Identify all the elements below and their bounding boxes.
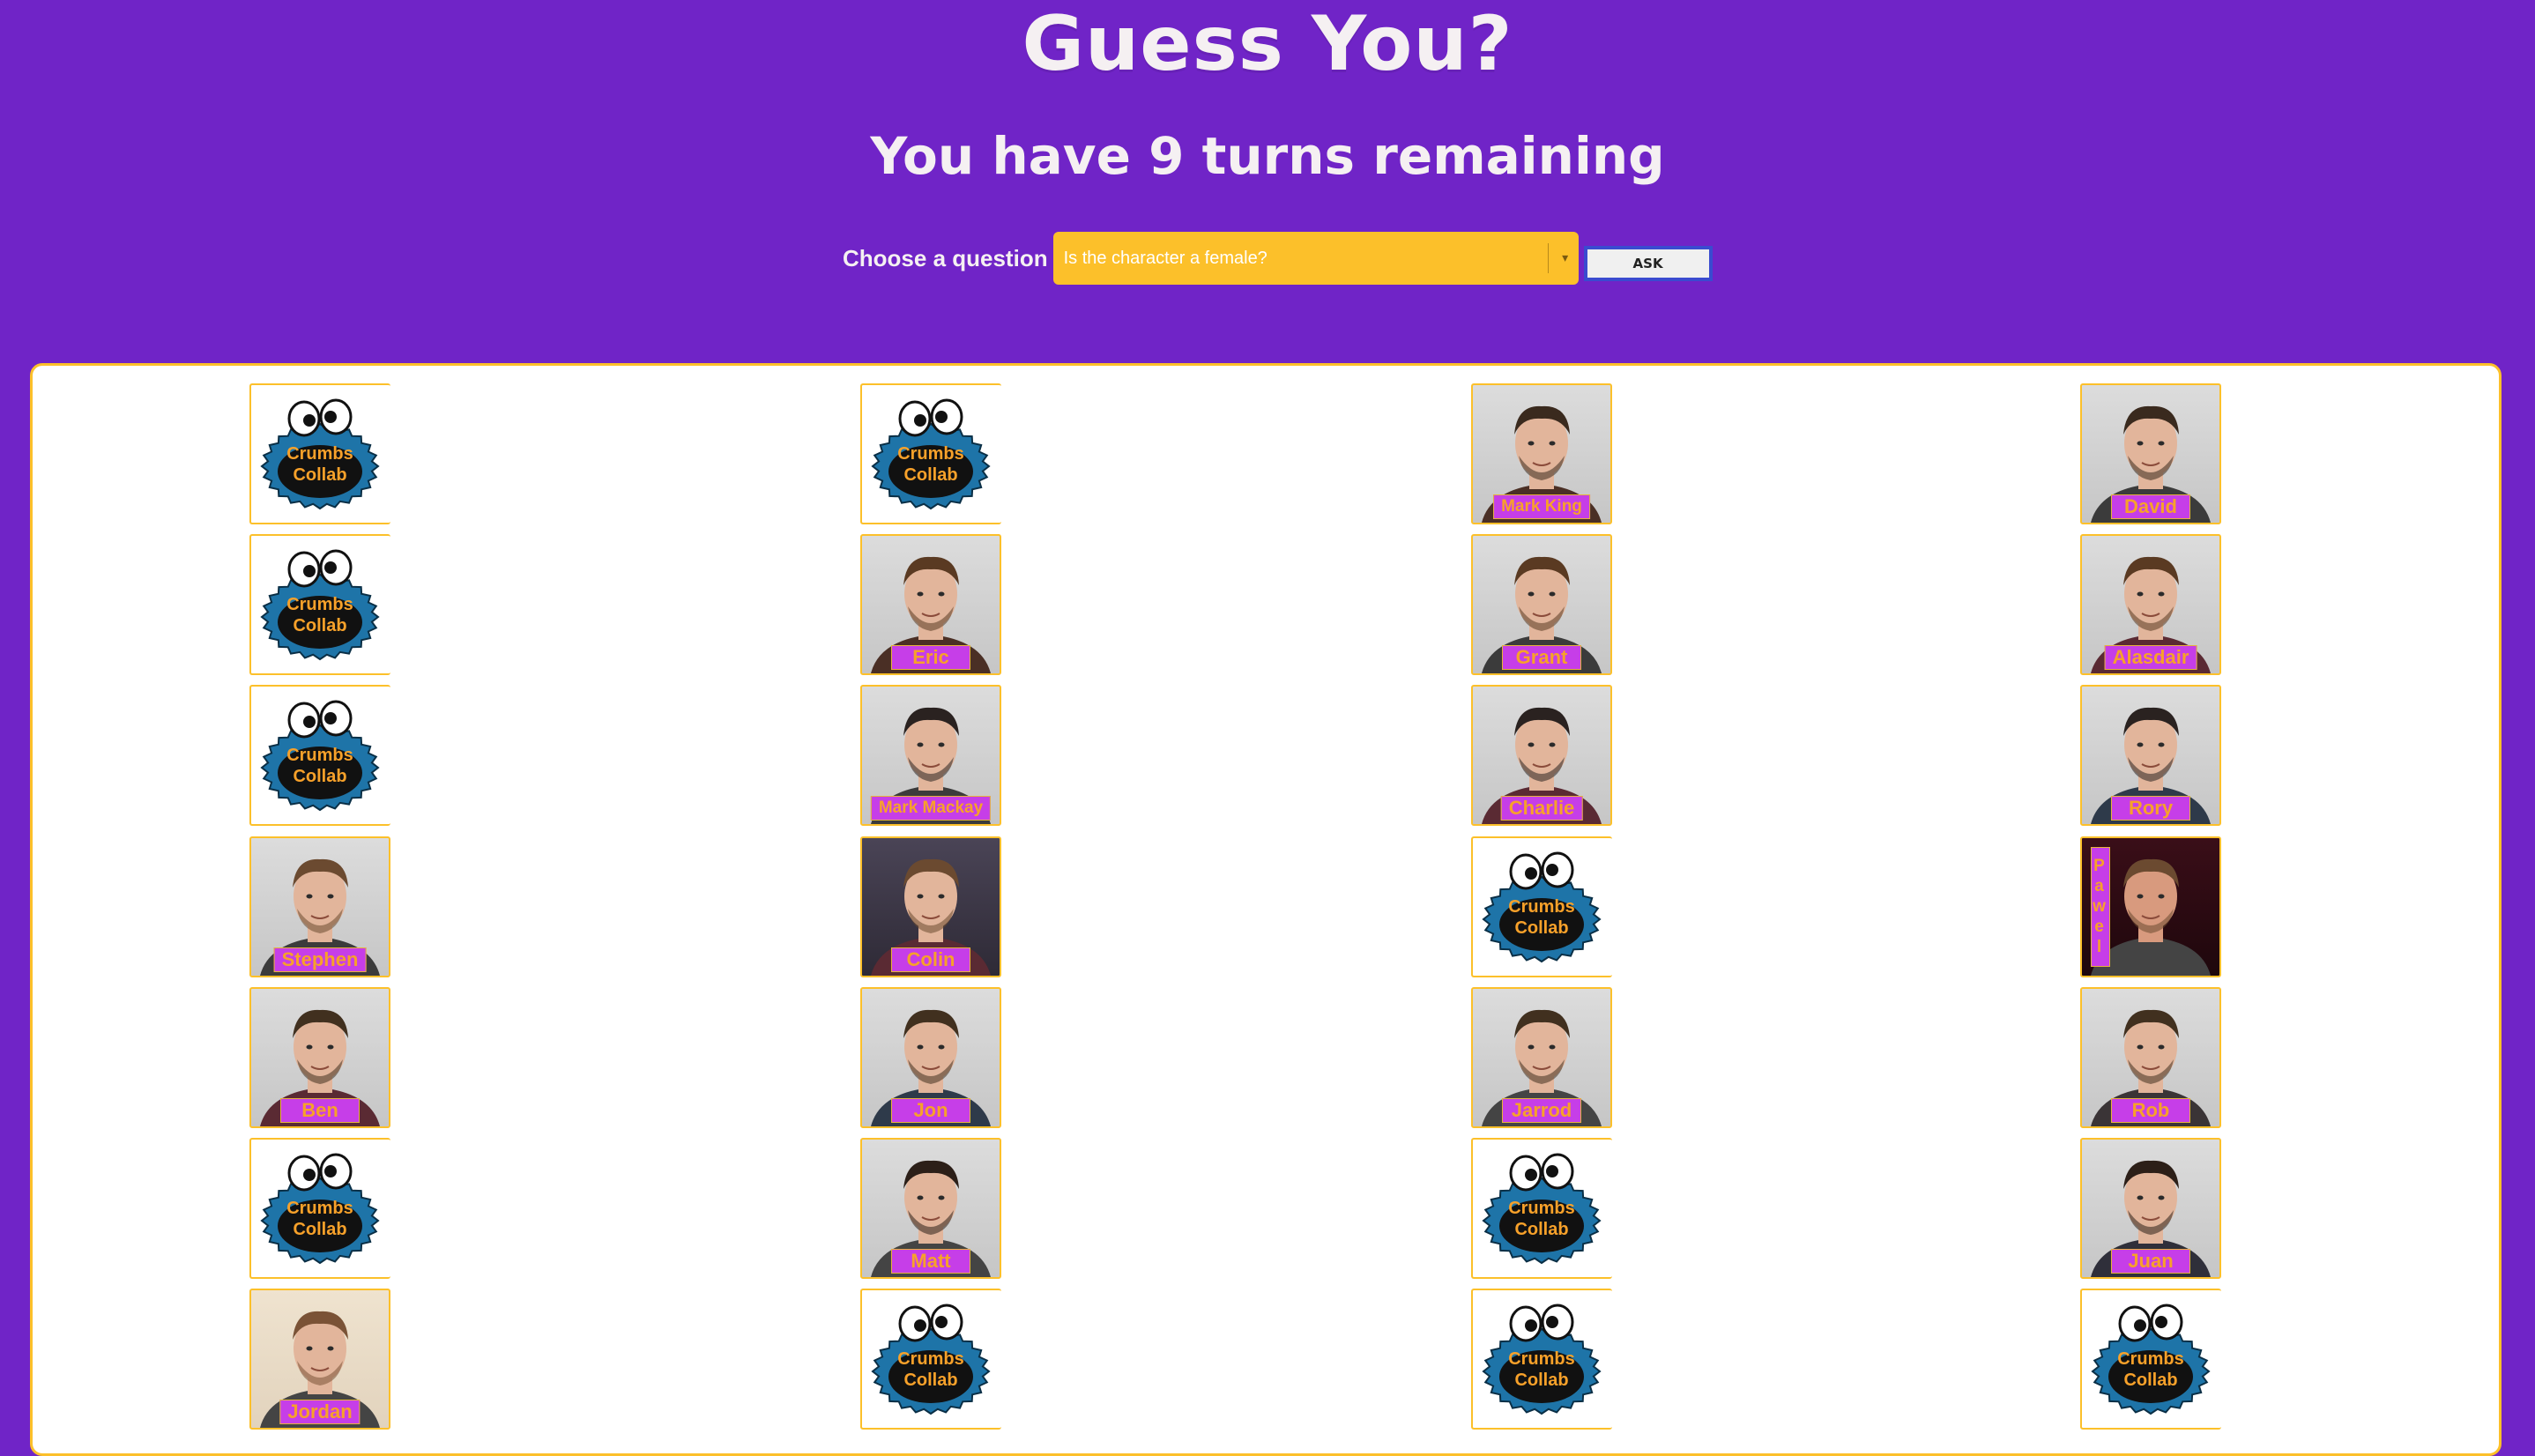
character-card[interactable]: Matt [860,1138,1001,1279]
character-name-tag: Jordan [279,1400,361,1424]
character-name-tag: Charlie [1500,796,1583,821]
turns-remaining: You have 9 turns remaining [870,126,1665,186]
hidden-character-card[interactable]: Crumbs Collab [249,534,390,675]
hidden-card-label-line: Collab [903,1371,958,1390]
hidden-character-card[interactable]: Crumbs Collab [860,1289,1001,1430]
character-card[interactable]: Jordan [249,1289,390,1430]
character-card[interactable]: Pawel [2080,836,2221,977]
hidden-character-card[interactable]: Crumbs Collab [249,383,390,524]
hidden-card-label: Crumbs Collab [258,594,382,636]
character-card[interactable]: Stephen [249,836,390,977]
game-title: Guess You? [1022,0,1513,88]
hidden-card-label: Crumbs Collab [869,443,992,486]
hidden-card-label-line: Collab [903,465,958,485]
character-name-tag: Mark King [1493,494,1590,519]
hidden-character-card[interactable]: Crumbs Collab [1471,1289,1612,1430]
hidden-card-label: Crumbs Collab [258,443,382,486]
character-name-tag: Eric [891,645,970,670]
chevron-down-icon[interactable]: ▾ [1556,251,1575,265]
character-name-tag: Ben [280,1098,360,1123]
character-board: Crumbs Collab Crumbs Collab Crumbs Collab Step… [30,363,2502,1456]
character-name-tag: Grant [1502,645,1581,670]
hidden-character-card[interactable]: Crumbs Collab [2080,1289,2221,1430]
hidden-card-label-line: Crumbs [897,444,964,464]
hidden-card-label-line: Crumbs [2117,1349,2184,1369]
character-name-tag: Jon [891,1098,970,1123]
hidden-character-card[interactable]: Crumbs Collab [249,685,390,826]
character-name-tag: David [2111,494,2190,519]
character-name-tag: Matt [891,1249,970,1274]
character-card[interactable]: Ben [249,987,390,1128]
character-name-tag: Jarrod [1502,1098,1581,1123]
hidden-card-label-line: Crumbs [286,595,353,614]
character-card[interactable]: Mark Mackay [860,685,1001,826]
question-label: Choose a question [843,245,1048,271]
hidden-card-label-line: Collab [1514,1371,1569,1390]
character-card[interactable]: Charlie [1471,685,1612,826]
ask-button[interactable]: ASK [1583,246,1713,281]
hidden-card-label-line: Crumbs [897,1349,964,1369]
hidden-card-label: Crumbs Collab [258,745,382,787]
character-card[interactable]: Eric [860,534,1001,675]
question-select[interactable]: Is the character a female? ▾ [1052,232,1579,285]
hidden-card-label-line: Collab [293,616,347,635]
hidden-card-label: Crumbs Collab [2089,1348,2212,1391]
character-name-tag: Pawel [2090,847,2110,967]
character-name-tag: Rob [2111,1098,2190,1123]
hidden-character-card[interactable]: Crumbs Collab [860,383,1001,524]
character-name-tag: Alasdair [2104,645,2197,670]
character-card[interactable]: Jarrod [1471,987,1612,1128]
hidden-card-label-line: Crumbs [286,746,353,765]
hidden-card-label-line: Crumbs [1508,897,1575,917]
hidden-card-label-line: Collab [1514,1220,1569,1239]
hidden-card-label: Crumbs Collab [1480,1348,1603,1391]
hidden-card-label: Crumbs Collab [258,1198,382,1240]
hidden-card-label-line: Collab [293,767,347,786]
character-name-tag: Mark Mackay [870,796,992,821]
select-divider [1547,243,1549,273]
hidden-card-label: Crumbs Collab [869,1348,992,1391]
hidden-card-label-line: Crumbs [1508,1199,1575,1218]
hidden-card-label: Crumbs Collab [1480,1198,1603,1240]
character-card[interactable]: Jon [860,987,1001,1128]
question-row: Choose a question Is the character a fem… [843,231,1713,286]
character-card[interactable]: Grant [1471,534,1612,675]
hidden-card-label-line: Crumbs [1508,1349,1575,1369]
hidden-card-label-line: Collab [1514,918,1569,938]
hidden-card-label-line: Crumbs [286,1199,353,1218]
character-card[interactable]: Mark King [1471,383,1612,524]
character-name-tag: Rory [2111,796,2190,821]
hidden-character-card[interactable]: Crumbs Collab [249,1138,390,1279]
character-card[interactable]: Colin [860,836,1001,977]
hidden-card-label-line: Collab [293,465,347,485]
hidden-card-label-line: Collab [2123,1371,2178,1390]
hidden-card-label-line: Collab [293,1220,347,1239]
character-name-tag: Stephen [273,947,367,972]
question-select-value: Is the character a female? [1063,248,1268,268]
hidden-character-card[interactable]: Crumbs Collab [1471,836,1612,977]
hidden-character-card[interactable]: Crumbs Collab [1471,1138,1612,1279]
character-name-tag: Juan [2111,1249,2190,1274]
character-card[interactable]: Juan [2080,1138,2221,1279]
character-card[interactable]: David [2080,383,2221,524]
hidden-card-label: Crumbs Collab [1480,896,1603,939]
character-card[interactable]: Rob [2080,987,2221,1128]
character-name-tag: Colin [891,947,970,972]
character-card[interactable]: Rory [2080,685,2221,826]
hidden-card-label-line: Crumbs [286,444,353,464]
character-card[interactable]: Alasdair [2080,534,2221,675]
